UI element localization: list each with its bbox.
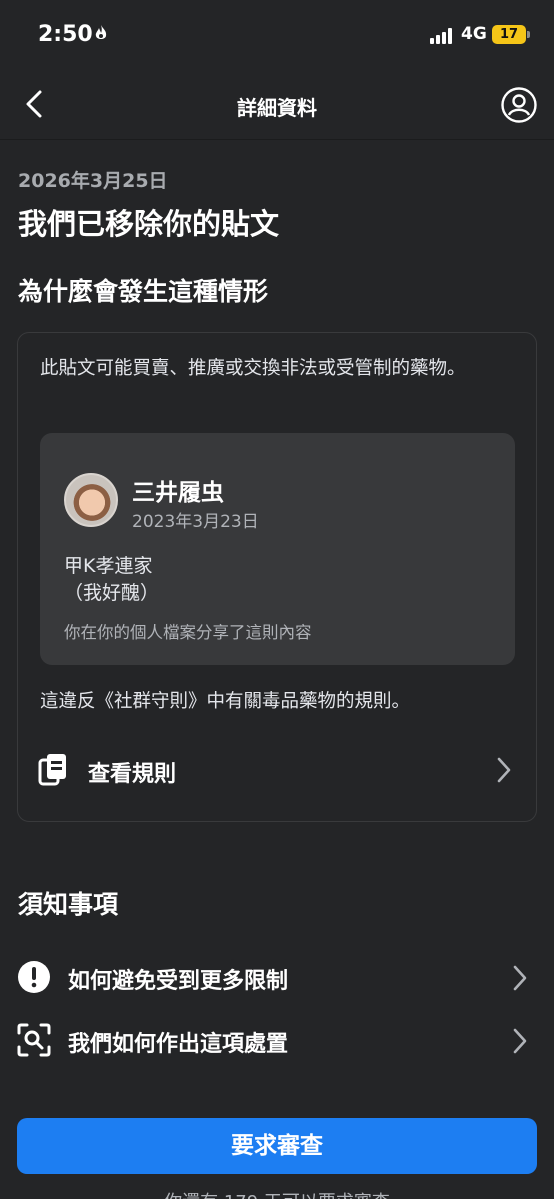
status-time: 2:50 bbox=[38, 22, 93, 47]
page: 2:50 4G 17 詳細資料 2026年3月25日 我們已移除你的貼文 為什麼… bbox=[0, 0, 554, 1199]
reason-card: 此貼文可能買賣、推廣或交換非法或受管制的藥物。 三井履虫 2023年3月23日 … bbox=[17, 332, 537, 822]
violation-text: 這違反《社群守則》中有關毒品藥物的規則。 bbox=[40, 691, 411, 712]
request-review-button[interactable]: 要求審查 bbox=[17, 1118, 537, 1174]
exclamation-circle-icon bbox=[18, 961, 50, 993]
reason-description: 此貼文可能買賣、推廣或交換非法或受管制的藥物。 bbox=[40, 358, 466, 379]
post-text-line: 甲K孝連家 bbox=[64, 555, 153, 577]
view-rules-button[interactable]: 查看規則 bbox=[18, 738, 536, 802]
page-title: 我們已移除你的貼文 bbox=[18, 207, 280, 241]
status-bar: 2:50 4G 17 bbox=[0, 0, 554, 70]
why-heading: 為什麼會發生這種情形 bbox=[18, 277, 269, 306]
page-header-title: 詳細資料 bbox=[237, 96, 317, 120]
post-author: 三井履虫 bbox=[132, 480, 224, 506]
notice-item-label: 我們如何作出這項處置 bbox=[68, 1032, 289, 1057]
profile-button[interactable] bbox=[500, 86, 538, 124]
post-share-note: 你在你的個人檔案分享了這則內容 bbox=[64, 623, 312, 642]
notice-item-label: 如何避免受到更多限制 bbox=[68, 969, 289, 994]
post-date: 2023年3月23日 bbox=[132, 512, 259, 532]
flame-icon bbox=[94, 24, 108, 46]
how-we-decided-item[interactable]: 我們如何作出這項處置 bbox=[0, 1013, 554, 1069]
battery-level: 17 bbox=[499, 27, 519, 42]
rules-document-icon bbox=[38, 754, 66, 786]
chevron-right-icon bbox=[513, 965, 527, 991]
notice-heading: 須知事項 bbox=[18, 890, 119, 919]
signal-icon bbox=[430, 28, 456, 44]
removed-post-preview: 三井履虫 2023年3月23日 甲K孝連家 （我好醜） 你在你的個人檔案分享了這… bbox=[40, 433, 515, 665]
avoid-restrictions-item[interactable]: 如何避免受到更多限制 bbox=[0, 950, 554, 1006]
header: 詳細資料 bbox=[0, 70, 554, 140]
post-text: 甲K孝連家 （我好醜） bbox=[64, 553, 159, 607]
post-text-line: （我好醜） bbox=[64, 582, 160, 604]
battery-cap bbox=[527, 31, 530, 38]
chevron-right-icon bbox=[513, 1028, 527, 1054]
battery-icon: 17 bbox=[492, 25, 526, 44]
profile-icon bbox=[501, 87, 537, 123]
network-type: 4G bbox=[461, 24, 487, 44]
avatar bbox=[64, 473, 118, 527]
review-deadline-note: 你還有 179 天可以要求審查 bbox=[0, 1188, 554, 1199]
scan-search-icon bbox=[17, 1023, 51, 1057]
removal-date: 2026年3月25日 bbox=[18, 170, 168, 192]
view-rules-label: 查看規則 bbox=[88, 762, 177, 787]
chevron-right-icon bbox=[497, 757, 511, 783]
